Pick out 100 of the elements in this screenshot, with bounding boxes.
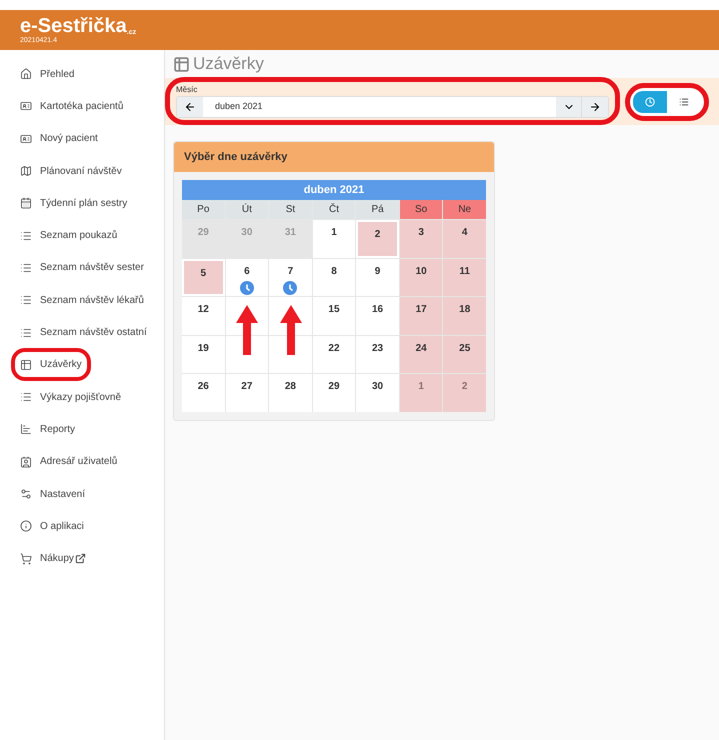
day-cell[interactable]: 4	[443, 220, 486, 258]
sidebar-item[interactable]: Nový pacient	[20, 131, 98, 146]
day-number: 2	[374, 228, 380, 242]
day-number: 16	[372, 303, 384, 317]
day-cell[interactable]: 2	[356, 220, 399, 258]
day-cell[interactable]: 24	[400, 336, 442, 373]
weekday-header: Pá	[356, 200, 399, 219]
day-cell[interactable]: 25	[443, 336, 486, 373]
day-cell[interactable]: 30	[356, 374, 399, 412]
day-number: 31	[284, 226, 296, 240]
list-icon	[679, 96, 689, 106]
day-number: 4	[462, 226, 468, 240]
sidebar-item[interactable]: Reporty	[20, 422, 76, 437]
sidebar-item[interactable]: Seznam poukazů	[20, 228, 118, 244]
day-cell[interactable]: 10	[400, 258, 442, 296]
chart-icon	[20, 423, 32, 436]
day-cell[interactable]: 23	[356, 336, 399, 373]
id-card-icon	[20, 132, 32, 145]
day-cell[interactable]: 22	[312, 336, 356, 373]
day-number: 24	[416, 342, 427, 356]
day-cell[interactable]: 16	[356, 297, 399, 334]
day-cell[interactable]: 18	[443, 297, 486, 334]
sidebar-item[interactable]: Nákupy	[20, 551, 86, 566]
day-number: 22	[328, 342, 340, 356]
day-number: 23	[372, 342, 384, 356]
day-cell[interactable]	[226, 336, 268, 373]
calendar-icon	[20, 197, 32, 210]
home-icon	[20, 68, 32, 80]
day-number: 9	[374, 264, 380, 278]
calendar-title: duben 2021	[182, 180, 486, 200]
day-cell[interactable]: 8	[312, 258, 356, 296]
day-number: 8	[331, 264, 337, 278]
contact-icon	[20, 456, 32, 468]
day-cell[interactable]	[269, 336, 312, 373]
day-number: 30	[372, 380, 384, 394]
day-cell[interactable]: 27	[226, 374, 268, 412]
day-number: 29	[198, 226, 209, 240]
day-number: 3	[418, 226, 424, 240]
weekday-header: Ne	[443, 200, 486, 219]
day-number: 25	[459, 342, 470, 356]
sidebar-item[interactable]: Nastavení	[20, 486, 86, 502]
day-cell[interactable]: 28	[269, 374, 312, 412]
field-label: Měsíc	[176, 84, 198, 96]
day-number: 6	[244, 264, 250, 278]
day-number: 30	[241, 226, 252, 240]
weekday-header: Čt	[312, 200, 356, 219]
day-cell[interactable]: 12	[182, 297, 225, 334]
sidebar-item[interactable]: Kartotéka pacientů	[20, 98, 124, 114]
arrow-annotation	[280, 305, 302, 355]
sidebar-item[interactable]: Seznam návštěv lékařů	[20, 292, 144, 308]
sidebar-item[interactable]: Týdenní plán sestry	[20, 196, 128, 211]
day-cell[interactable]: 6	[226, 258, 268, 296]
day-cell[interactable]: 17	[400, 297, 442, 334]
weekday-header: Út	[226, 200, 268, 219]
day-number: 1	[418, 380, 424, 394]
day-number: 27	[241, 380, 252, 394]
id-card-icon	[20, 100, 32, 112]
day-cell[interactable]: 29	[312, 374, 356, 412]
day-cell[interactable]: 1	[312, 220, 356, 258]
sidebar-item[interactable]: Uzávěrky	[15, 352, 87, 378]
calendar-view-button[interactable]	[633, 90, 667, 112]
sidebar-item[interactable]: Seznam návštěv ostatní	[20, 325, 147, 340]
weekday-header: So	[400, 200, 442, 219]
day-number: 1	[331, 226, 337, 240]
sidebar-item[interactable]: O aplikaci	[20, 518, 84, 534]
day-number: 29	[328, 380, 340, 394]
card-title: Výběr dne uzávěrky	[184, 150, 288, 165]
sidebar-item[interactable]: Adresář uživatelů	[20, 454, 118, 470]
day-cell[interactable]: 7	[269, 258, 312, 296]
day-number: 10	[416, 264, 427, 278]
sidebar-item[interactable]: Plánovaní návštěv	[20, 164, 122, 179]
day-cell[interactable]: 3	[400, 220, 442, 258]
sidebar-item[interactable]: Přehled	[20, 66, 74, 82]
page-title: Uzávěrky	[193, 53, 264, 76]
day-number: 11	[459, 264, 470, 278]
day-number: 19	[198, 342, 209, 356]
sidebar-item[interactable]: Výkazy pojišťovně	[20, 390, 122, 405]
day-number: 18	[459, 303, 470, 317]
clock-icon	[283, 280, 298, 294]
info-icon	[20, 520, 32, 532]
clock-icon	[645, 96, 655, 106]
weekday-header: Po	[182, 200, 225, 219]
cart-icon	[20, 552, 32, 565]
day-number: 12	[198, 303, 209, 317]
day-number: 26	[198, 380, 209, 394]
day-number: 2	[462, 380, 468, 394]
day-cell[interactable]: 26	[182, 374, 225, 412]
day-cell[interactable]: 19	[182, 336, 225, 373]
day-cell[interactable]: 9	[356, 258, 399, 296]
day-cell[interactable]: 5	[182, 258, 225, 296]
table-icon	[20, 358, 32, 371]
arrow-annotation	[236, 305, 258, 355]
sidebar-item[interactable]: Seznam návštěv sester	[20, 260, 144, 276]
day-number: 5	[200, 266, 206, 280]
clock-icon	[240, 280, 254, 294]
day-cell[interactable]: 11	[443, 258, 486, 296]
day-cell[interactable]: 15	[312, 297, 356, 334]
day-number: 7	[288, 264, 294, 278]
day-number: 28	[284, 380, 296, 394]
day-number: 17	[416, 303, 427, 317]
